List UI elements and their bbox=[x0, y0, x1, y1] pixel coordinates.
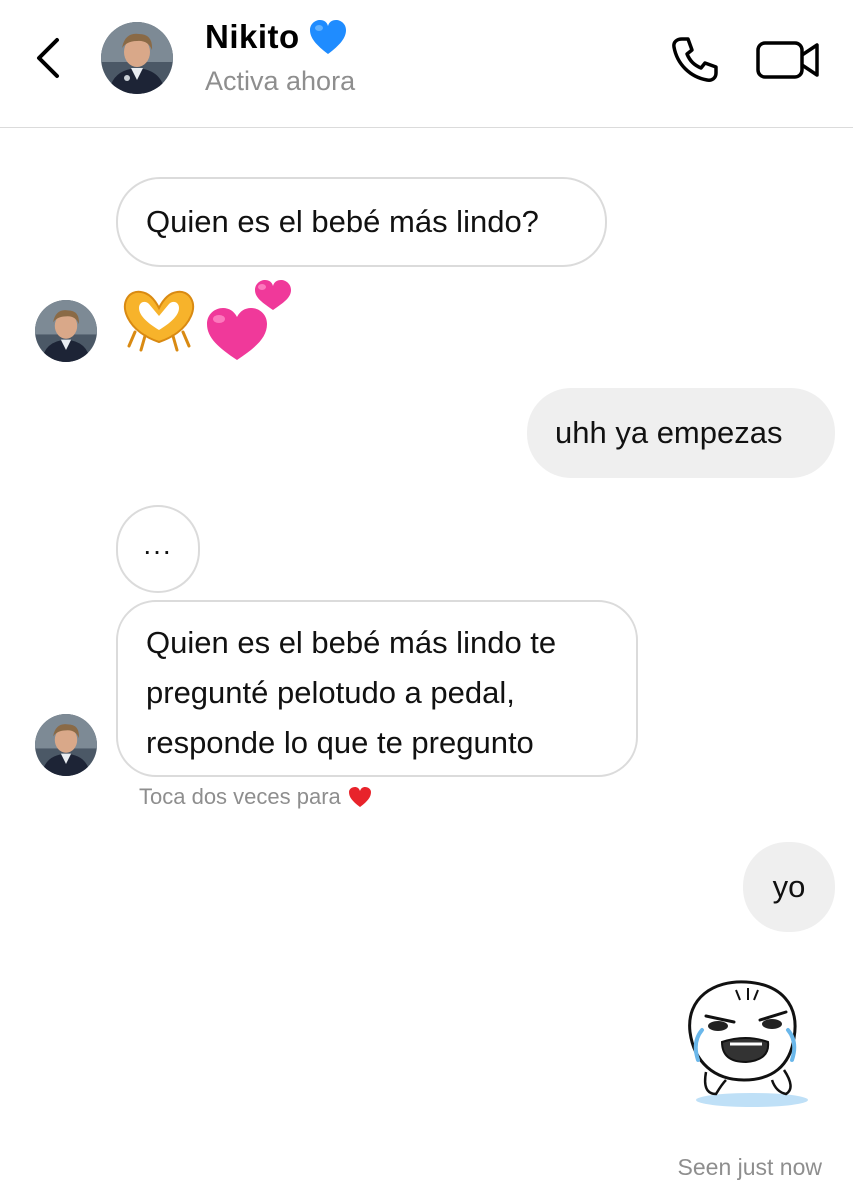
incoming-message[interactable]: ... bbox=[116, 505, 200, 593]
contact-avatar-small[interactable] bbox=[35, 300, 97, 362]
red-heart-icon bbox=[348, 787, 371, 807]
back-button[interactable] bbox=[26, 32, 70, 84]
chat-screen: Nikito Activa ahora Quien es el bebé más… bbox=[0, 0, 853, 1200]
contact-status: Activa ahora bbox=[205, 66, 356, 96]
message-text: ... bbox=[143, 529, 173, 560]
avatar-photo bbox=[101, 22, 173, 94]
contact-avatar-small[interactable] bbox=[35, 714, 97, 776]
message-text: yo bbox=[772, 869, 806, 904]
incoming-message[interactable]: Quien es el bebé más lindo? bbox=[116, 177, 607, 267]
message-line: Quien es el bebé más lindo te bbox=[146, 625, 557, 660]
heart-hands-emoji bbox=[123, 290, 195, 352]
contact-name-row[interactable]: Nikito bbox=[205, 18, 348, 56]
emoji-message[interactable] bbox=[115, 272, 305, 364]
outgoing-message[interactable]: uhh ya empezas bbox=[527, 388, 835, 478]
contact-name: Nikito bbox=[205, 18, 300, 55]
double-tap-hint: Toca dos veces para bbox=[139, 784, 373, 810]
avatar-photo bbox=[35, 714, 97, 776]
incoming-message[interactable]: Quien es el bebé más lindo te pregunté p… bbox=[116, 600, 638, 777]
chevron-left-icon bbox=[37, 38, 59, 78]
outgoing-message[interactable]: yo bbox=[743, 842, 835, 932]
avatar-photo bbox=[35, 300, 97, 362]
phone-icon bbox=[672, 37, 718, 82]
hint-text: Toca dos veces para bbox=[139, 784, 341, 809]
message-text: uhh ya empezas bbox=[555, 415, 783, 450]
seen-status: Seen just now bbox=[677, 1154, 822, 1180]
chat-header: Nikito Activa ahora bbox=[0, 0, 853, 128]
message-line: pregunté pelotudo a pedal, bbox=[146, 675, 515, 710]
call-button[interactable] bbox=[665, 30, 725, 90]
message-line: responde lo que te pregunto bbox=[146, 725, 534, 760]
message-text: Quien es el bebé más lindo? bbox=[146, 204, 539, 239]
contact-avatar[interactable] bbox=[101, 22, 173, 94]
video-call-button[interactable] bbox=[752, 30, 824, 90]
blue-heart-icon bbox=[309, 20, 346, 54]
video-camera-icon bbox=[756, 41, 819, 79]
crying-blob-sticker[interactable] bbox=[676, 976, 818, 1110]
two-hearts-emoji bbox=[207, 280, 291, 360]
